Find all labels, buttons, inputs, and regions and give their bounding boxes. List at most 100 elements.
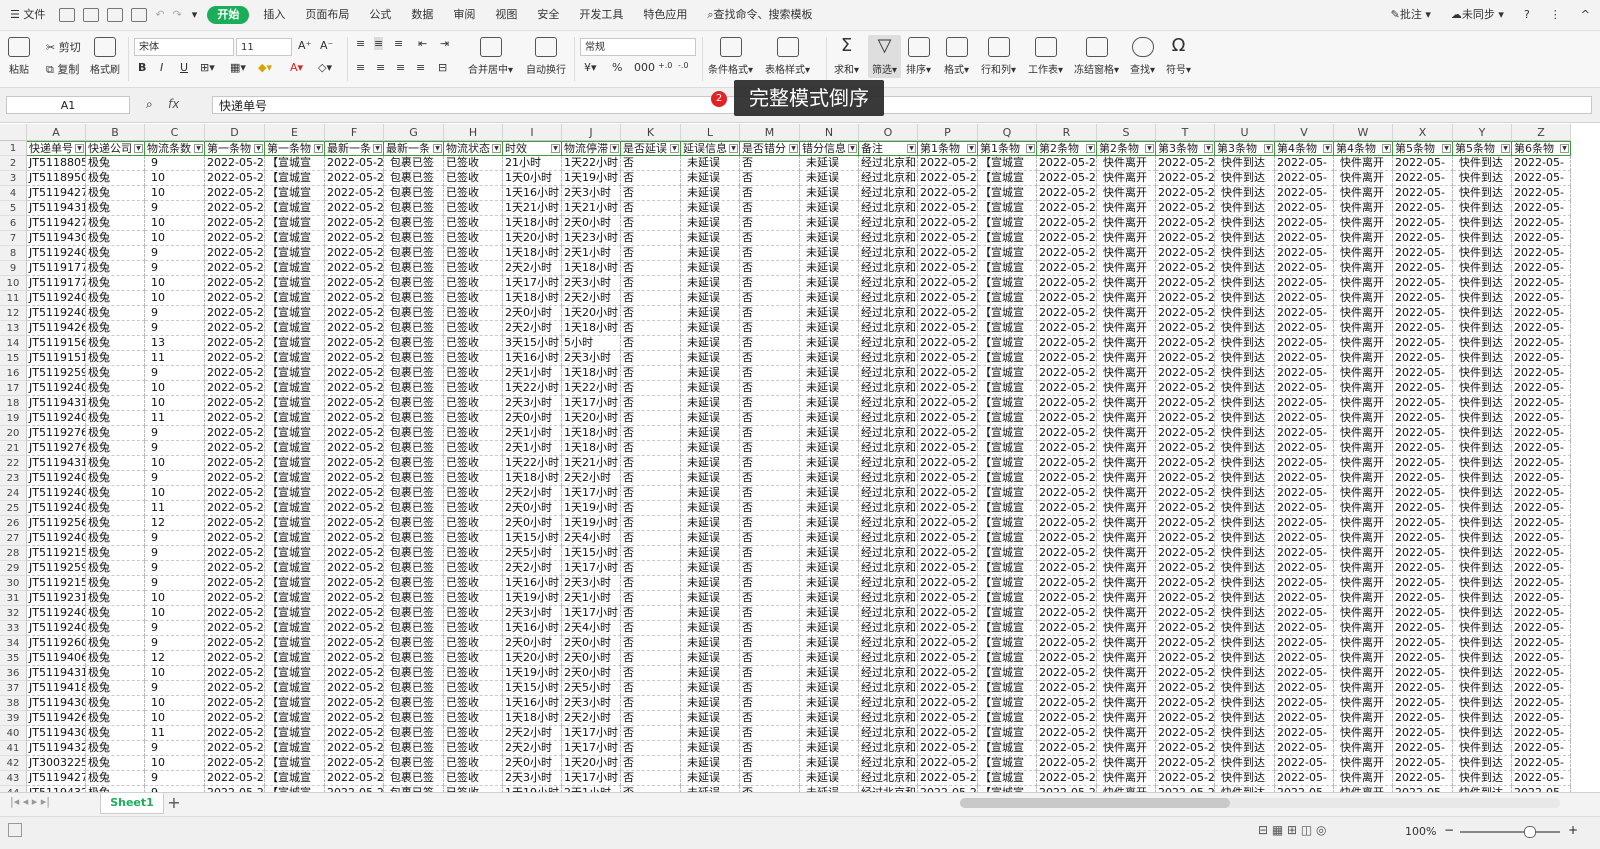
table-cell[interactable]: 2022-05- — [1512, 681, 1571, 696]
table-cell[interactable]: 2022-05- — [1275, 381, 1334, 396]
table-cell[interactable]: 已签收 — [444, 246, 503, 261]
table-cell[interactable]: 经过北京和 — [859, 396, 918, 411]
table-cell[interactable]: 1天19小时 — [503, 591, 562, 606]
table-cell[interactable]: 2022-05-2 — [205, 711, 265, 726]
table-cell[interactable]: 2022-05- — [1393, 756, 1453, 771]
table-cell[interactable]: 【宣城宣 — [265, 501, 325, 516]
table-cell[interactable]: 快件离开 — [1097, 156, 1156, 171]
header-cell[interactable]: 第5条物 ▼ — [1393, 141, 1453, 156]
row-header[interactable]: 16 — [0, 366, 27, 381]
table-cell[interactable]: 包裹已签 — [384, 201, 444, 216]
table-cell[interactable]: 快件离开 — [1334, 591, 1393, 606]
table-cell[interactable]: 快件到达 — [1215, 696, 1275, 711]
table-cell[interactable]: 2022-05-2 — [1156, 186, 1215, 201]
table-cell[interactable]: 极兔 — [86, 681, 145, 696]
table-cell[interactable]: 快件到达 — [1215, 426, 1275, 441]
table-cell[interactable]: 否 — [740, 246, 800, 261]
table-cell[interactable]: 【宣城宣 — [265, 546, 325, 561]
table-cell[interactable]: 【宣城宣 — [978, 306, 1037, 321]
table-cell[interactable]: 快件到达 — [1215, 441, 1275, 456]
header-cell[interactable]: 快递单号 ▼ — [27, 141, 86, 156]
column-header-w[interactable]: W — [1334, 124, 1393, 141]
table-cell[interactable]: 2022-05-2 — [325, 216, 384, 231]
table-cell[interactable]: 【宣城宣 — [978, 276, 1037, 291]
table-cell[interactable]: 极兔 — [86, 201, 145, 216]
row-header[interactable]: 36 — [0, 666, 27, 681]
table-cell[interactable]: 经过北京和 — [859, 726, 918, 741]
table-cell[interactable]: 否 — [621, 156, 681, 171]
table-cell[interactable]: 极兔 — [86, 621, 145, 636]
increase-decimal-icon[interactable]: +.0 — [658, 61, 672, 70]
table-cell[interactable]: 2022-05- — [1275, 261, 1334, 276]
table-cell[interactable]: 未延误 — [681, 501, 740, 516]
table-cell[interactable]: 否 — [740, 651, 800, 666]
table-cell[interactable]: 包裹已签 — [384, 156, 444, 171]
table-cell[interactable]: JT5119426 — [27, 711, 86, 726]
table-cell[interactable]: 9 — [145, 366, 205, 381]
table-cell[interactable]: 【宣城宣 — [978, 681, 1037, 696]
header-cell[interactable]: 物流停滞 ▼ — [562, 141, 621, 156]
table-cell[interactable]: 快件到达 — [1453, 306, 1512, 321]
table-cell[interactable]: 已签收 — [444, 516, 503, 531]
table-cell[interactable]: 2022-05- — [1275, 351, 1334, 366]
table-cell[interactable]: 9 — [145, 561, 205, 576]
table-cell[interactable]: 否 — [621, 636, 681, 651]
table-cell[interactable]: 快件离开 — [1097, 261, 1156, 276]
filter-dropdown-icon[interactable]: ▼ — [1264, 144, 1273, 153]
column-header-o[interactable]: O — [859, 124, 918, 141]
table-cell[interactable]: 快件到达 — [1453, 201, 1512, 216]
table-cell[interactable]: 未延误 — [800, 501, 859, 516]
table-cell[interactable]: 否 — [621, 651, 681, 666]
table-cell[interactable]: 2022-05-2 — [325, 471, 384, 486]
table-cell[interactable]: 2022-05- — [1275, 771, 1334, 786]
table-cell[interactable]: 经过北京和 — [859, 576, 918, 591]
table-cell[interactable]: 已签收 — [444, 381, 503, 396]
align-bottom-icon[interactable]: ≡ — [394, 37, 403, 50]
table-cell[interactable]: 2022-05- — [1275, 651, 1334, 666]
bold-button[interactable]: B — [138, 61, 146, 74]
table-cell[interactable]: 【宣城宣 — [978, 486, 1037, 501]
table-cell[interactable]: 未延误 — [681, 186, 740, 201]
table-cell[interactable]: 否 — [621, 351, 681, 366]
table-cell[interactable]: 否 — [740, 576, 800, 591]
table-cell[interactable]: 未延误 — [800, 396, 859, 411]
table-cell[interactable]: 未延误 — [681, 531, 740, 546]
table-cell[interactable]: 快件到达 — [1453, 711, 1512, 726]
table-cell[interactable]: 已签收 — [444, 501, 503, 516]
table-cell[interactable]: 2022-05- — [1393, 351, 1453, 366]
row-header[interactable]: 3 — [0, 171, 27, 186]
table-cell[interactable]: 未延误 — [800, 291, 859, 306]
table-cell[interactable]: 快件到达 — [1453, 231, 1512, 246]
table-cell[interactable]: 经过北京和 — [859, 486, 918, 501]
table-cell[interactable]: 【宣城宣 — [978, 726, 1037, 741]
header-cell[interactable]: 第4条物 ▼ — [1334, 141, 1393, 156]
filter-dropdown-icon[interactable]: ▼ — [433, 144, 442, 153]
table-cell[interactable]: 2天5小时 — [503, 546, 562, 561]
header-cell[interactable]: 第6条物 ▼ — [1512, 141, 1571, 156]
table-cell[interactable]: 2022-05-2 — [325, 156, 384, 171]
table-cell[interactable]: 否 — [621, 756, 681, 771]
table-cell[interactable]: 2022-05-2 — [325, 426, 384, 441]
table-cell[interactable]: 10 — [145, 276, 205, 291]
table-cell[interactable]: 未延误 — [800, 576, 859, 591]
table-cell[interactable]: 2022-05- — [1512, 771, 1571, 786]
table-cell[interactable]: 1天17小时 — [503, 276, 562, 291]
format-painter-button[interactable]: 格式刷 — [90, 37, 120, 76]
table-cell[interactable]: JT5119431 — [27, 456, 86, 471]
table-cell[interactable]: 已签收 — [444, 636, 503, 651]
table-cell[interactable]: 否 — [621, 516, 681, 531]
table-cell[interactable]: 快件离开 — [1334, 561, 1393, 576]
table-cell[interactable]: 【宣城宣 — [978, 171, 1037, 186]
table-cell[interactable]: 快件到达 — [1215, 771, 1275, 786]
table-cell[interactable]: 快件离开 — [1334, 516, 1393, 531]
table-cell[interactable]: 9 — [145, 201, 205, 216]
table-cell[interactable]: 9 — [145, 636, 205, 651]
comment-button[interactable]: ✎批注 ▾ — [1381, 0, 1441, 30]
table-cell[interactable]: 未延误 — [800, 186, 859, 201]
table-cell[interactable]: 已签收 — [444, 231, 503, 246]
table-cell[interactable]: 快件到达 — [1215, 396, 1275, 411]
table-cell[interactable]: 2022-05-2 — [205, 441, 265, 456]
table-cell[interactable]: 快件到达 — [1215, 591, 1275, 606]
table-cell[interactable]: 2022-05-2 — [205, 621, 265, 636]
table-cell[interactable]: 10 — [145, 456, 205, 471]
